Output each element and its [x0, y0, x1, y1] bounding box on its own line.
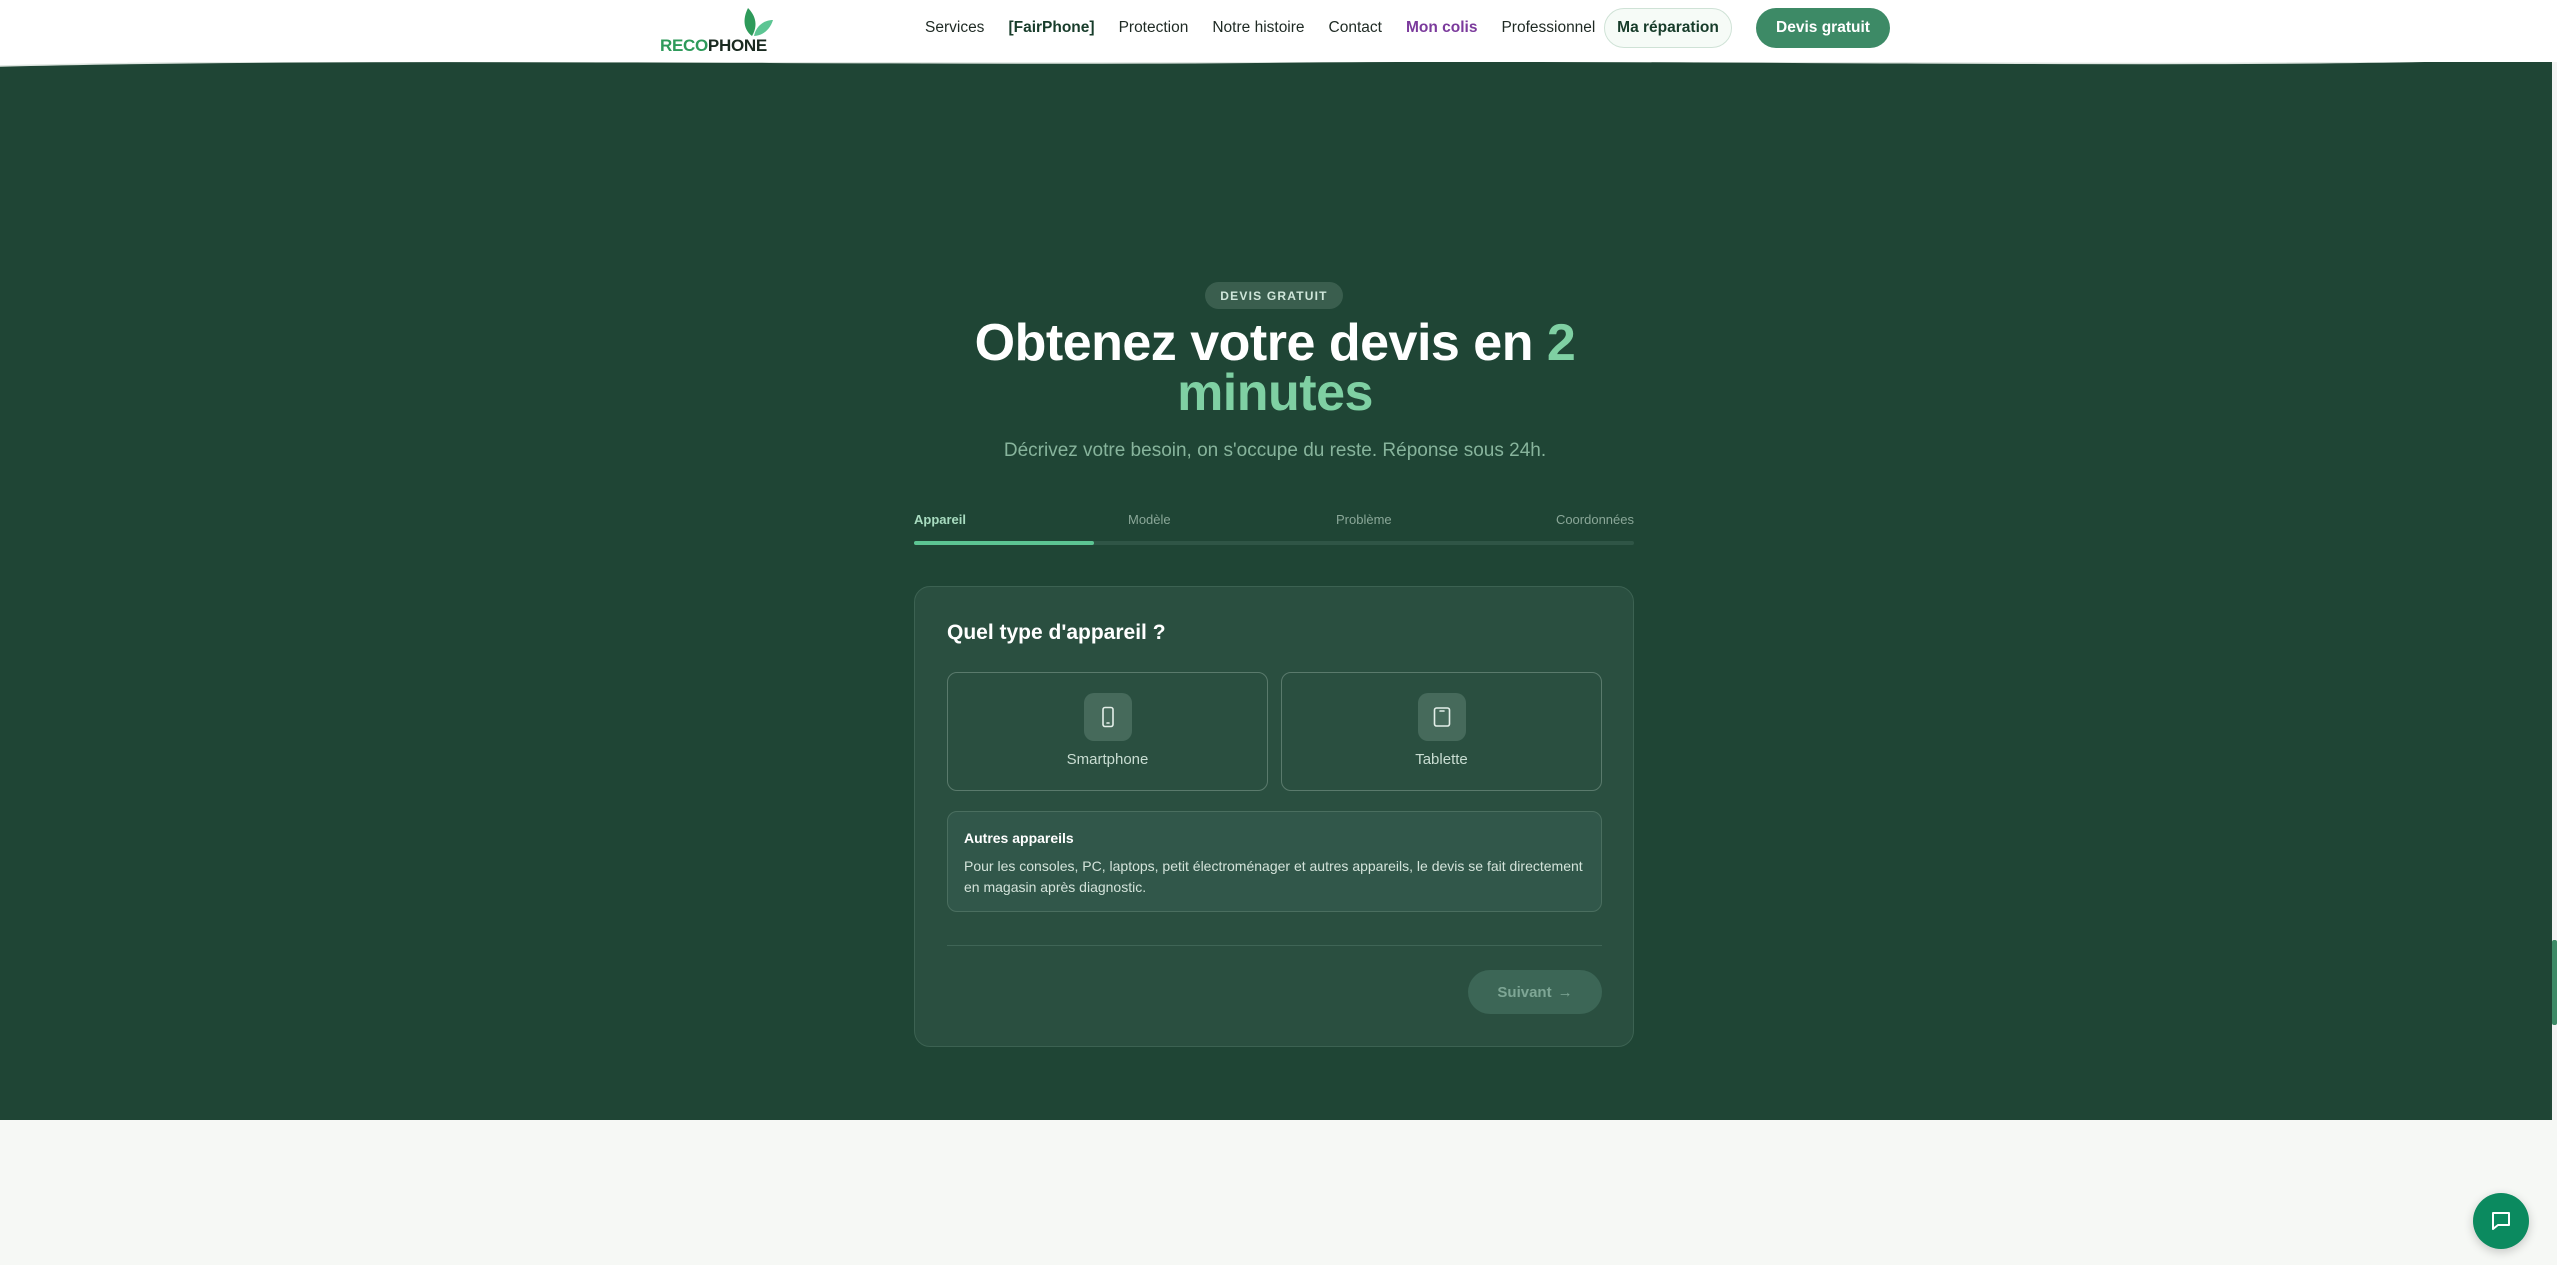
leaf-logo-icon [744, 8, 773, 36]
device-option-smartphone[interactable]: Smartphone [947, 672, 1268, 791]
site-header: RECOPHONE Services [FairPhone] Protectio… [0, 0, 2557, 62]
nav-item-contact[interactable]: Contact [1329, 19, 1382, 37]
tablet-icon [1418, 693, 1466, 741]
chat-bubble-icon [2492, 1212, 2510, 1230]
other-devices-text: Pour les consoles, PC, laptops, petit él… [964, 858, 1583, 895]
device-option-tablette[interactable]: Tablette [1281, 672, 1602, 791]
nav-item-services[interactable]: Services [925, 19, 984, 37]
free-quote-badge: DEVIS GRATUIT [1205, 282, 1343, 309]
logo-wordmark: RECOPHONE [660, 36, 767, 56]
chat-button[interactable] [2473, 1193, 2529, 1249]
step-progress-fill [914, 541, 1094, 545]
nav-item-fairphone[interactable]: [FairPhone] [1008, 19, 1094, 37]
device-type-card: Quel type d'appareil ? Smartphone Tablet… [914, 586, 1634, 1047]
page-title: Obtenez votre devis en 2 minutes [900, 317, 1650, 419]
step-probleme: Problème [1336, 512, 1392, 527]
arrow-right-icon: → [1557, 983, 1573, 1001]
card-divider [947, 945, 1602, 946]
step-coordonnees: Coordonnées [1555, 512, 1634, 527]
free-quote-button[interactable]: Devis gratuit [1756, 8, 1890, 48]
next-button[interactable]: Suivant → [1468, 970, 1602, 1014]
nav-item-notre-histoire[interactable]: Notre histoire [1212, 19, 1304, 37]
scrollbar-thumb[interactable] [2552, 940, 2557, 1025]
my-repair-button[interactable]: Ma réparation [1604, 8, 1732, 48]
page-subtitle: Décrivez votre besoin, on s'occupe du re… [1003, 440, 1547, 461]
logo-reco-text: RECO [660, 36, 708, 55]
smartphone-icon [1084, 693, 1132, 741]
tablette-label: Tablette [1415, 751, 1468, 768]
quote-step-progress: Appareil Modèle Problème Coordonnées [914, 512, 1634, 546]
nav-item-professionnel[interactable]: Professionnel [1501, 19, 1595, 37]
main-nav: Services [FairPhone] Protection Notre hi… [925, 0, 1619, 56]
recophone-logo[interactable]: RECOPHONE [660, 6, 780, 55]
step-appareil: Appareil [914, 512, 967, 527]
nav-item-mon-colis[interactable]: Mon colis [1406, 19, 1477, 37]
logo-phone-text: PHONE [707, 36, 767, 55]
nav-item-protection[interactable]: Protection [1119, 19, 1189, 37]
device-question-heading: Quel type d'appareil ? [947, 621, 1166, 644]
smartphone-label: Smartphone [1066, 751, 1149, 768]
other-devices-title: Autres appareils [964, 830, 1074, 846]
next-button-label: Suivant [1497, 983, 1552, 1001]
step-modele: Modèle [1128, 512, 1171, 527]
quote-hero-section: DEVIS GRATUIT Obtenez votre devis en 2 m… [0, 56, 2552, 1120]
other-devices-info: Autres appareils Pour les consoles, PC, … [947, 811, 1602, 912]
